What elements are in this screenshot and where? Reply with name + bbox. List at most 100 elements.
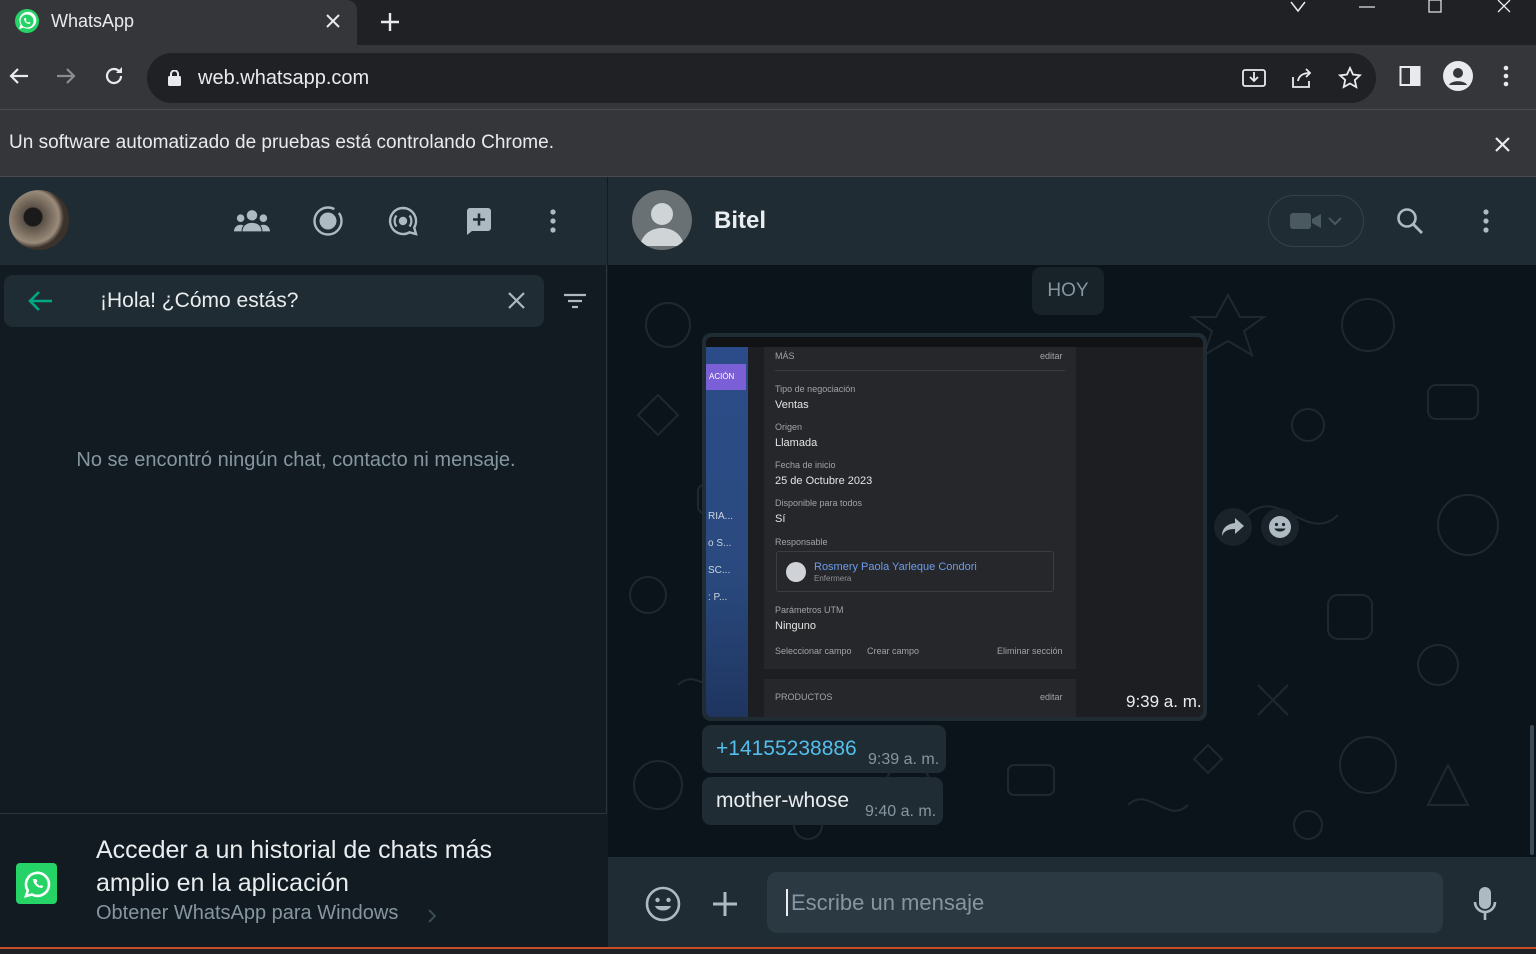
field-label: Disponible para todos — [775, 498, 863, 508]
phone-number-link[interactable]: +14155238886 — [716, 737, 857, 761]
contact-name: Bitel — [714, 207, 767, 234]
field-value: Ventas — [775, 399, 809, 411]
tab-search-icon[interactable] — [1278, 0, 1318, 14]
chevron-down-icon — [1328, 216, 1342, 226]
no-results-message: No se encontró ningún chat, contacto ni … — [76, 449, 516, 471]
back-icon[interactable] — [4, 61, 34, 91]
filter-unread-icon[interactable] — [561, 287, 589, 315]
field-label: Parámetros UTM — [775, 605, 844, 615]
communities-icon[interactable] — [234, 203, 270, 239]
message-time: 9:39 a. m. — [868, 751, 940, 768]
whatsapp-app: ¡Hola! ¿Cómo estás? No se encontró ningú… — [0, 177, 1536, 947]
promo-title: Acceder a un historial de chats más ampl… — [96, 836, 493, 897]
profile-avatar-icon[interactable] — [1443, 61, 1473, 91]
image-side-nav — [706, 347, 748, 717]
message-composer: Escribe un mensaje — [608, 857, 1536, 947]
my-profile-avatar[interactable] — [9, 190, 69, 250]
field-label: Fecha de inicio — [775, 460, 836, 470]
conversation-panel: Bitel HOY ACIÓN RIA... o S... SC...: P.… — [608, 177, 1536, 947]
message-time: 9:40 a. m. — [865, 803, 937, 820]
message-text: mother-whose — [716, 789, 850, 812]
side-panel-icon[interactable] — [1395, 61, 1425, 91]
desktop-app-promo[interactable]: Acceder a un historial de chats más ampl… — [0, 813, 607, 947]
url-text: web.whatsapp.com — [198, 67, 370, 89]
lock-icon[interactable] — [165, 68, 183, 88]
video-camera-icon — [1290, 211, 1322, 231]
address-bar[interactable]: web.whatsapp.com — [147, 53, 1376, 103]
forward-icon[interactable] — [1214, 508, 1252, 546]
browser-menu-icon[interactable] — [1491, 61, 1521, 91]
whatsapp-favicon-icon — [14, 8, 40, 34]
chat-search-bar[interactable]: ¡Hola! ¿Cómo estás? — [4, 275, 544, 327]
image-edit-label: editar — [1040, 351, 1063, 361]
date-separator: HOY — [1032, 267, 1104, 315]
screenshot-image[interactable]: ACIÓN RIA... o S... SC... : P... MÁS edi… — [706, 337, 1203, 717]
forward-icon[interactable] — [51, 61, 81, 91]
channels-icon[interactable] — [385, 203, 421, 239]
bookmark-star-icon[interactable] — [1335, 63, 1365, 93]
new-tab-icon[interactable] — [376, 8, 404, 36]
image-nav-item: RIA... — [708, 511, 734, 522]
back-arrow-icon[interactable] — [26, 287, 54, 315]
conversation-header[interactable]: Bitel — [608, 177, 1536, 265]
delete-section-link: Eliminar sección — [997, 646, 1063, 656]
maximize-icon[interactable] — [1415, 0, 1455, 14]
image-nav-item: SC... — [708, 565, 731, 576]
responsible-name: Rosmery Paola Yarleque Condori — [814, 561, 977, 573]
message-bubble[interactable]: mother-whose 9:40 a. m. — [702, 777, 943, 825]
field-label: Tipo de negociación — [775, 384, 856, 394]
sidebar-menu-icon[interactable] — [535, 203, 571, 239]
reload-icon[interactable] — [99, 61, 129, 91]
sidebar-header — [0, 177, 607, 265]
share-icon[interactable] — [1287, 63, 1317, 93]
whatsapp-logo-icon — [16, 863, 57, 904]
responsible-role: Enfermera — [814, 574, 852, 583]
chat-menu-icon[interactable] — [1476, 207, 1496, 235]
search-messages-icon[interactable] — [1394, 205, 1426, 237]
browser-tab-strip: WhatsApp — [0, 0, 1536, 45]
new-chat-icon[interactable] — [461, 203, 497, 239]
message-bubble[interactable]: +14155238886 9:39 a. m. — [702, 725, 946, 773]
text-caret — [786, 889, 788, 916]
image-nav-item: : P... — [708, 592, 728, 603]
field-label: Responsable — [775, 537, 828, 547]
select-field-link: Seleccionar campo — [775, 646, 852, 656]
tab-title: WhatsApp — [51, 11, 135, 31]
emoji-reaction-icon[interactable] — [1261, 508, 1299, 546]
image-nav-item: o S... — [708, 538, 732, 549]
message-list[interactable]: HOY ACIÓN RIA... o S... SC... : P... MÁS… — [608, 265, 1536, 857]
image-section-header: MÁS — [775, 351, 795, 361]
message-input-placeholder: Escribe un mensaje — [791, 890, 985, 915]
field-label: Origen — [775, 422, 803, 432]
create-field-link: Crear campo — [867, 646, 920, 656]
install-app-icon[interactable] — [1239, 63, 1269, 93]
video-call-button[interactable] — [1268, 195, 1364, 247]
search-input[interactable]: ¡Hola! ¿Cómo estás? — [100, 289, 298, 313]
image-top-bar — [706, 337, 1203, 347]
image-nav-selected: ACIÓN — [706, 364, 746, 390]
microphone-icon[interactable] — [1465, 884, 1505, 924]
image-message[interactable]: ACIÓN RIA... o S... SC... : P... MÁS edi… — [702, 333, 1207, 721]
image-divider — [775, 370, 1065, 371]
chevron-right-icon — [425, 906, 439, 926]
emoji-icon[interactable] — [643, 884, 683, 924]
minimize-icon[interactable] — [1347, 0, 1387, 14]
products-header: PRODUCTOS — [775, 692, 833, 702]
browser-toolbar: web.whatsapp.com — [0, 45, 1536, 109]
status-icon[interactable] — [310, 203, 346, 239]
contact-avatar[interactable] — [632, 190, 692, 250]
field-value: 25 de Octubre 2023 — [775, 475, 873, 487]
scrollbar-thumb[interactable] — [1530, 725, 1534, 855]
attach-plus-icon[interactable] — [705, 884, 745, 924]
close-tab-icon[interactable] — [322, 10, 344, 32]
products-edit-label: editar — [1040, 692, 1063, 702]
automation-infobar: Un software automatizado de pruebas está… — [0, 109, 1536, 177]
browser-tab-whatsapp[interactable]: WhatsApp — [0, 0, 357, 45]
clear-search-icon[interactable] — [504, 288, 528, 312]
close-infobar-icon[interactable] — [1490, 132, 1514, 156]
field-value: Ninguno — [775, 620, 816, 632]
taskbar-edge — [0, 947, 1536, 954]
get-windows-app-link[interactable]: Obtener WhatsApp para Windows — [96, 902, 398, 925]
close-window-icon[interactable] — [1484, 0, 1524, 14]
responsible-avatar — [786, 562, 806, 582]
